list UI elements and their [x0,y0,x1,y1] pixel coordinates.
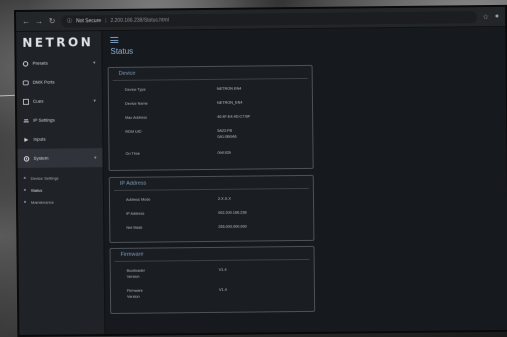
sidebar-item-inputs[interactable]: Inputs [17,129,102,149]
logo: NETRON [22,35,94,50]
mac-address-row: Mac Address 40:4F:E4:4D:C7:BF [125,115,250,120]
forward-icon[interactable]: → [35,17,43,26]
firmware-version-row-cont: Version [127,295,140,299]
field-label: RDM UID [125,129,142,134]
sidebar-item-dmx-ports[interactable]: DMX Ports [17,72,102,92]
sidebar-subitem-device-settings[interactable]: Device Settings [18,171,103,184]
field-label: Version [126,294,140,299]
device-type-row: Device Type NETRON EN4 [124,87,242,92]
monitor-screen: ← → ↻ ⓘ Not Secure | 2.200.166.238/Statu… [14,4,507,337]
field-label: Mac Address [125,115,148,120]
panel-title: Firmware [114,246,310,262]
panel-title: Device [112,65,308,81]
sidebar-subitem-maintenance[interactable]: Maintenance [18,195,103,208]
main-content: Status Device Device Type NETRON EN4 Dev… [102,26,507,335]
url-separator: | [105,17,107,24]
field-label: IP Address [126,211,145,216]
chevron-down-icon: ▾ [94,154,97,161]
field-value: NETRON EN4 [216,86,242,91]
field-label: Device Type [124,87,146,92]
field-value: 5A22:FB [217,128,233,133]
sidebar-item-presets[interactable]: Presets ▾ [16,53,101,73]
field-value: 002.200.166.238 [218,210,247,215]
field-value: NETRON_EN4 [216,100,243,105]
bullet-icon [23,200,27,203]
field-value: 0h0:02h [217,150,232,155]
device-panel: Device Device Type NETRON EN4 Device Nam… [107,64,314,172]
sidebar-item-label: System [33,155,49,161]
reload-icon[interactable]: ↻ [48,17,56,26]
firmware-version-row: Firmware V1.4 [126,288,227,293]
field-value: 255.000.000.000 [218,224,247,229]
chevron-down-icon: ▾ [93,59,96,66]
field-label: Firmware [126,288,143,293]
menu-icon[interactable] [110,36,119,43]
input-icon [23,136,29,142]
field-value: V1.4 [218,287,227,292]
field-label: Version [126,274,140,279]
sidebar-item-ip-settings[interactable]: IP Settings [17,110,102,130]
field-value: 40:4F:E4:4D:C7:BF [217,114,251,119]
sidebar-item-system[interactable]: System ▾ [17,148,103,168]
port-icon [22,79,29,85]
field-label: On Time [125,151,140,156]
security-label: Not Secure [76,17,102,24]
back-icon[interactable]: ← [22,17,30,26]
chevron-down-icon: ▾ [93,97,96,104]
field-value: 0A1:0B0A6 [217,134,237,139]
panel-title: IP Address [113,175,309,191]
url-text[interactable]: 2.200.166.238/Status.html [110,17,168,24]
sidebar-item-label: Cues [32,98,44,104]
bookmark-star-icon[interactable]: ☆ [483,13,489,21]
sidebar-item-label: IP Settings [33,117,55,123]
sidebar-item-cues[interactable]: Cues ▾ [17,91,102,111]
sidebar-item-label: Presets [32,60,48,66]
address-bar[interactable]: ⓘ Not Secure | 2.200.166.238/Status.html [61,10,478,28]
rdm-uid-row: RDM UID 5A22:FB [125,129,232,134]
bullet-icon [23,176,26,179]
gear-icon [22,60,29,67]
field-value: V1.4 [218,267,227,272]
field-label: Net Mask [126,225,143,230]
net-mask-row: Net Mask 255.000.000.000 [126,225,247,230]
info-icon[interactable]: ⓘ [67,17,72,24]
field-value: 2.X.X.X [217,196,231,201]
bullet-icon [23,188,26,191]
field-label: Address Mode [125,197,151,202]
on-time-row: On Time 0h0:02h [125,151,231,156]
ip-address-row: IP Address 002.200.166.238 [126,211,247,216]
list-icon [23,98,29,105]
sidebar-subitem-label: Status [30,187,43,193]
sidebar-subitem-label: Maintenance [30,199,54,205]
device-name-row: Device Name NETRON_EN4 [124,101,243,106]
sidebar-subitem-status[interactable]: Status [18,183,103,196]
firmware-panel: Firmware Bootloader V1.4 Version Firmwar… [109,245,316,315]
network-icon [23,117,29,123]
sidebar-item-label: Inputs [33,136,46,142]
sidebar-item-label: DMX Ports [32,79,55,85]
profile-icon[interactable]: ● [495,12,499,20]
address-mode-row: Address Mode 2.X.X.X [125,197,231,202]
app-container: NETRON Presets ▾ DMX Ports Cues ▾ IP Set… [16,26,507,335]
field-label: Bootloader [126,268,146,273]
field-label: Device Name [124,101,148,106]
gear-icon [23,155,30,162]
sidebar-subitem-label: Device Settings [30,175,59,181]
sidebar: NETRON Presets ▾ DMX Ports Cues ▾ IP Set… [16,31,106,335]
bootloader-version-row-cont: Version [127,275,140,279]
bootloader-version-row: Bootloader V1.4 [126,268,227,273]
ip-address-panel: IP Address Address Mode 2.X.X.X IP Addre… [108,174,315,244]
